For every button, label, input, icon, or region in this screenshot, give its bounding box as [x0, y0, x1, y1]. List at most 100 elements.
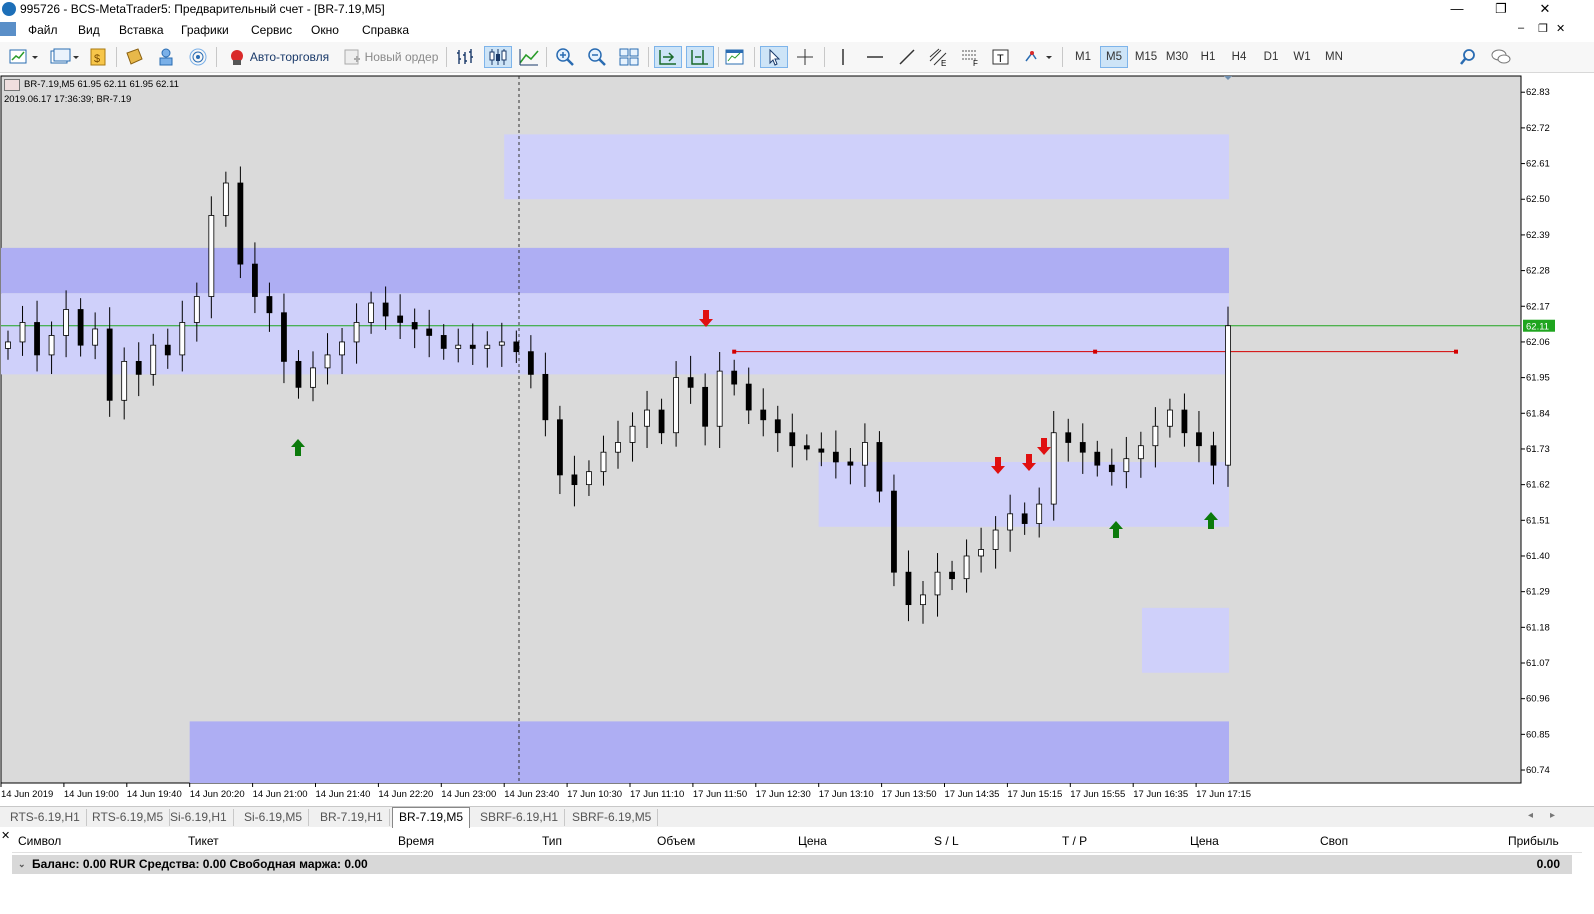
timeframe-m30[interactable]: M30: [1163, 46, 1191, 68]
text-label-icon[interactable]: T: [988, 46, 1014, 68]
timeframe-h4[interactable]: H4: [1226, 46, 1252, 68]
auto-scroll-icon[interactable]: [654, 46, 682, 68]
bear-candle: [1021, 513, 1028, 524]
candlestick-chart-icon[interactable]: [484, 46, 512, 68]
tile-windows-icon[interactable]: [616, 46, 642, 68]
mdi-minimize-icon[interactable]: –: [1518, 22, 1524, 34]
col-volume[interactable]: Объем: [657, 834, 695, 848]
chart-tab[interactable]: SBRF-6.19,M5: [566, 809, 659, 826]
timeframe-w1[interactable]: W1: [1289, 46, 1315, 68]
bull-candle: [455, 344, 462, 349]
col-swap[interactable]: Своп: [1320, 834, 1348, 848]
col-sl[interactable]: S / L: [934, 834, 959, 848]
signals-icon[interactable]: [186, 46, 210, 68]
level-anchor-point[interactable]: [1093, 349, 1098, 354]
chart-tab[interactable]: SBRF-6.19,H1: [474, 809, 566, 826]
bull-candle: [222, 182, 229, 216]
price-axis-label: 61.84: [1526, 408, 1550, 419]
svg-text:$: $: [94, 53, 100, 65]
col-profit[interactable]: Прибыль: [1508, 834, 1559, 848]
data-window-icon[interactable]: [122, 46, 146, 68]
zoom-out-icon[interactable]: [584, 46, 610, 68]
menu-window[interactable]: Окно: [311, 23, 339, 37]
mdi-close-icon[interactable]: ✕: [1556, 22, 1565, 35]
bull-candle: [150, 344, 157, 375]
chart-shift-icon[interactable]: [686, 46, 714, 68]
chart-tab[interactable]: RTS-6.19,H1: [4, 809, 87, 826]
navigator-icon[interactable]: [154, 46, 178, 68]
price-chart[interactable]: 62.83 62.72 62.61 62.50 62.39 62.28 62.17 62.06…: [0, 75, 1568, 803]
maximize-button[interactable]: ❐: [1486, 0, 1516, 18]
level-anchor-point[interactable]: [732, 349, 737, 354]
mdi-restore-icon[interactable]: ❐: [1538, 22, 1548, 35]
market-watch-icon[interactable]: $: [86, 46, 110, 68]
col-type[interactable]: Тип: [542, 834, 562, 848]
shapes-dropdown-icon[interactable]: [1020, 46, 1056, 68]
timeframe-h1[interactable]: H1: [1195, 46, 1221, 68]
new-chart-icon[interactable]: [5, 46, 41, 68]
chart-window[interactable]: 62.83 62.72 62.61 62.50 62.39 62.28 62.17 62.06…: [0, 75, 1568, 803]
menu-tools[interactable]: Сервис: [251, 23, 292, 37]
price-axis-label: 62.50: [1526, 194, 1550, 205]
col-time[interactable]: Время: [398, 834, 434, 848]
tabs-scroll-right-icon[interactable]: ▸: [1550, 810, 1555, 821]
child-window-icon[interactable]: [0, 22, 16, 36]
col-tp[interactable]: T / P: [1062, 834, 1087, 848]
menu-help[interactable]: Справка: [362, 23, 409, 37]
balance-row[interactable]: ⌄ Баланс: 0.00 RUR Средства: 0.00 Свобод…: [12, 855, 1572, 874]
menu-view[interactable]: Вид: [78, 23, 100, 37]
templates-icon[interactable]: [722, 46, 748, 68]
horizontal-line-icon[interactable]: [862, 46, 888, 68]
chart-tab[interactable]: Si-6.19,H1: [164, 809, 234, 826]
equidistant-channel-icon[interactable]: E: [924, 46, 952, 68]
close-button[interactable]: ✕: [1530, 0, 1560, 18]
col-symbol[interactable]: Символ: [18, 834, 61, 848]
chat-icon[interactable]: [1488, 46, 1514, 68]
timeframe-d1[interactable]: D1: [1258, 46, 1284, 68]
bar-chart-icon[interactable]: [452, 46, 478, 68]
bear-candle: [513, 341, 520, 353]
timeframe-m1[interactable]: M1: [1070, 46, 1096, 68]
bull-candle: [1007, 513, 1014, 531]
timeframe-mn[interactable]: MN: [1320, 46, 1348, 68]
terminal-header: Символ Тикет Время Тип Объем Цена S / L …: [12, 830, 1582, 853]
timeframe-m15[interactable]: M15: [1132, 46, 1160, 68]
bull-candle: [716, 370, 723, 427]
zoom-in-icon[interactable]: [552, 46, 578, 68]
col-current-price[interactable]: Цена: [1190, 834, 1219, 848]
level-anchor-point[interactable]: [1454, 349, 1458, 354]
menu-insert[interactable]: Вставка: [119, 23, 164, 37]
svg-text:T: T: [997, 53, 1004, 65]
menu-charts[interactable]: Графики: [181, 23, 229, 37]
title-bar: 995726 - BCS-MetaTrader5: Предварительны…: [0, 0, 1594, 18]
col-price[interactable]: Цена: [798, 834, 827, 848]
new-order-button[interactable]: Новый ордер: [338, 46, 442, 68]
timeframe-m5[interactable]: M5: [1100, 46, 1128, 68]
chart-tab[interactable]: BR-7.19,H1: [314, 809, 390, 826]
trendline-icon[interactable]: [894, 46, 920, 68]
balance-text: Баланс: 0.00 RUR Средства: 0.00 Свободна…: [32, 857, 368, 871]
profiles-icon[interactable]: [46, 46, 82, 68]
fibonacci-icon[interactable]: F: [956, 46, 984, 68]
minimize-button[interactable]: —: [1442, 0, 1472, 18]
chart-tab[interactable]: Si-6.19,M5: [238, 809, 310, 826]
bull-candle: [963, 555, 970, 580]
vertical-line-icon[interactable]: [830, 46, 856, 68]
tabs-scroll-left-icon[interactable]: ◂: [1528, 810, 1533, 821]
search-icon[interactable]: [1456, 46, 1480, 68]
col-ticket[interactable]: Тикет: [188, 834, 219, 848]
price-axis-label: 61.95: [1526, 373, 1550, 384]
chart-tab[interactable]: RTS-6.19,M5: [86, 809, 171, 826]
terminal-close-icon[interactable]: ✕: [1, 829, 10, 842]
crosshair-icon[interactable]: [792, 46, 818, 68]
chart-tab[interactable]: BR-7.19,M5: [392, 807, 471, 828]
menu-file[interactable]: Файл: [28, 23, 58, 37]
price-axis-label: 61.73: [1526, 444, 1550, 455]
supply-demand-zone: [1, 293, 1229, 375]
cursor-icon[interactable]: [760, 46, 788, 68]
line-chart-icon[interactable]: [516, 46, 542, 68]
collapse-icon[interactable]: ⌄: [18, 855, 26, 874]
bear-candle: [397, 315, 404, 323]
autotrading-button[interactable]: Авто-торговля: [222, 46, 334, 68]
bull-candle: [615, 442, 621, 453]
